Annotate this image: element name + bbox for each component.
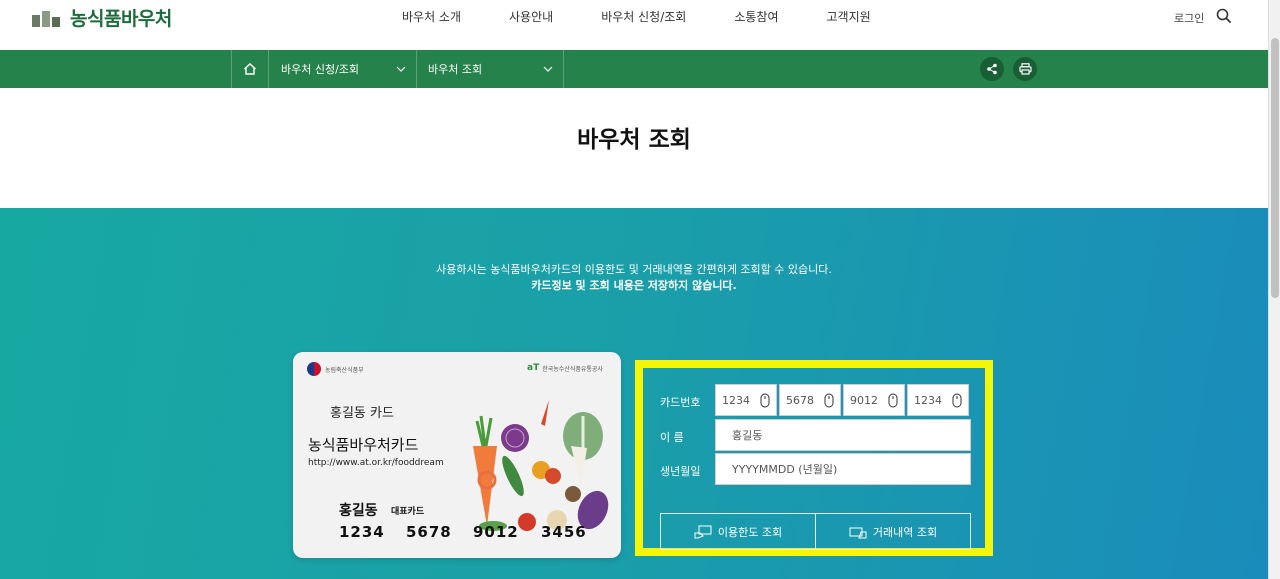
korea-emblem-icon	[307, 362, 321, 376]
card-number-placeholder: 5678	[786, 393, 814, 407]
card-number-placeholder: 9012	[850, 393, 878, 407]
mouse-icon	[888, 393, 898, 408]
home-icon	[244, 63, 256, 75]
main-nav: 바우처 소개 사용안내 바우처 신청/조회 소통참여 고객지원	[402, 8, 919, 25]
nav-item-usage-guide[interactable]: 사용안내	[509, 8, 553, 25]
name-label: 이 름	[660, 431, 684, 444]
page-scrollbar[interactable]	[1268, 0, 1280, 579]
voucher-inquiry-section: 사용하시는 농식품바우처카드의 이용한도 및 거래내역을 간편하게 조회할 수 …	[0, 208, 1268, 579]
mouse-icon	[824, 393, 834, 408]
card-hand-icon	[694, 525, 712, 538]
logo-text: 농식품바우처	[70, 8, 172, 30]
inquiry-form-highlight: 카드번호 1234 5678 9012 1234 이 름 홍길동 생년월일 YY…	[635, 360, 993, 556]
page-title: 바우처 조회	[577, 127, 691, 153]
header: 농식품바우처 바우처 소개 사용안내 바우처 신청/조회 소통참여 고객지원 로…	[0, 0, 1280, 50]
breadcrumb-label: 바우처 조회	[428, 63, 483, 76]
logo-mark-icon	[32, 7, 62, 29]
vegetables-illustration	[473, 400, 609, 531]
scrollbar-thumb[interactable]	[1271, 38, 1279, 298]
birthdate-placeholder: YYYYMMDD (년월일)	[732, 463, 838, 476]
at-logo: aT 한국농수산식품유통공사	[527, 363, 603, 373]
logo[interactable]: 농식품바우처	[32, 4, 172, 31]
breadcrumb-voucher-apply[interactable]: 바우처 신청/조회	[269, 50, 417, 88]
history-inquiry-button[interactable]: 거래내역 조회	[815, 514, 970, 549]
inquiry-form: 카드번호 1234 5678 9012 1234 이 름 홍길동 생년월일 YY…	[643, 368, 985, 550]
nav-item-customer-support[interactable]: 고객지원	[827, 8, 871, 25]
card-number-input-4[interactable]: 1234	[907, 384, 969, 416]
share-icon	[987, 63, 997, 75]
birthdate-label: 생년월일	[660, 465, 701, 478]
limit-inquiry-label: 이용한도 조회	[717, 525, 783, 539]
nav-item-communication[interactable]: 소통참여	[734, 8, 778, 25]
birthdate-field[interactable]: YYYYMMDD (년월일)	[715, 453, 971, 485]
card-number-segment: 3456	[541, 523, 587, 541]
mouse-icon	[760, 393, 770, 408]
share-button[interactable]	[980, 57, 1004, 81]
breadcrumb-label: 바우처 신청/조회	[281, 63, 360, 76]
print-button[interactable]	[1013, 57, 1037, 81]
nav-item-voucher-apply[interactable]: 바우처 신청/조회	[601, 8, 686, 25]
mouse-icon	[952, 393, 962, 408]
privacy-notice: 카드정보 및 조회 내용은 저장하지 않습니다.	[531, 279, 737, 292]
at-mark-icon: aT	[527, 363, 540, 373]
card-number-placeholder: 1234	[722, 393, 750, 407]
name-placeholder: 홍길동	[732, 429, 763, 442]
search-icon[interactable]	[1216, 8, 1232, 24]
chevron-down-icon	[396, 66, 406, 72]
breadcrumb-bar: 바우처 신청/조회 바우처 조회	[0, 50, 1268, 88]
card-url: http://www.at.or.kr/fooddream	[308, 458, 444, 468]
card-number-label: 카드번호	[660, 396, 701, 409]
ministry-logo: 농림축산식품부	[307, 362, 364, 376]
card-number-placeholder: 1234	[914, 393, 942, 407]
limit-inquiry-button[interactable]: 이용한도 조회	[661, 514, 815, 549]
login-link[interactable]: 로그인	[1174, 10, 1204, 26]
card-hand-icon	[849, 527, 867, 538]
org-name: 한국농수산식품유통공사	[542, 365, 603, 373]
inquiry-buttons: 이용한도 조회 거래내역 조회	[660, 513, 971, 550]
card-holder-name: 홍길동	[339, 503, 378, 519]
card-number-input-3[interactable]: 9012	[843, 384, 905, 416]
name-field[interactable]: 홍길동	[715, 419, 971, 451]
print-icon	[1018, 63, 1032, 75]
card-holder-title: 홍길동 카드	[330, 406, 394, 421]
breadcrumb-voucher-inquiry[interactable]: 바우처 조회	[416, 50, 564, 88]
card-number-input-2[interactable]: 5678	[779, 384, 841, 416]
card-number-segment: 5678	[406, 523, 452, 541]
card-number-segment: 1234	[339, 523, 385, 541]
intro-text: 사용하시는 농식품바우처카드의 이용한도 및 거래내역을 간편하게 조회할 수 …	[436, 263, 832, 276]
ministry-name: 농림축산식품부	[325, 366, 364, 374]
representative-card-label: 대표카드	[391, 507, 425, 517]
card-name: 농식품바우처카드	[308, 436, 419, 454]
history-inquiry-label: 거래내역 조회	[872, 525, 938, 539]
card-number-input-1[interactable]: 1234	[715, 384, 777, 416]
voucher-card-illustration: 농림축산식품부 aT 한국농수산식품유통공사 홍길동 카드 농식품바우처카드 h…	[293, 352, 621, 558]
home-button[interactable]	[231, 50, 269, 88]
nav-item-voucher-intro[interactable]: 바우처 소개	[402, 8, 461, 25]
card-number-segment: 9012	[473, 523, 519, 541]
chevron-down-icon	[543, 66, 553, 72]
